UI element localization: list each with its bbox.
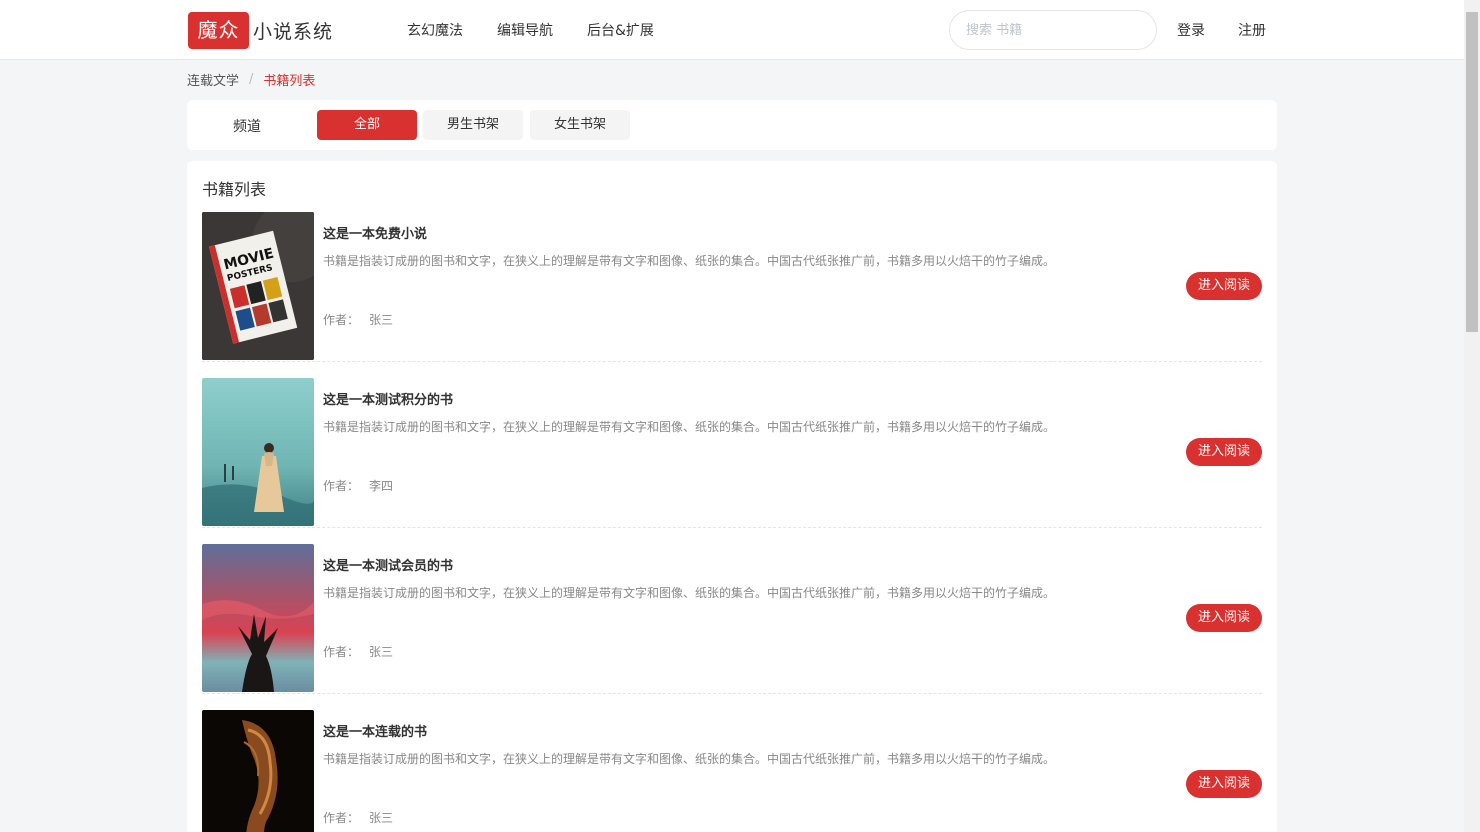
channel-chip-all[interactable]: 全部 (317, 110, 417, 140)
book-cover-image[interactable] (202, 710, 314, 832)
nav-item-editor-nav[interactable]: 编辑导航 (497, 20, 553, 40)
book-list-panel: 书籍列表 MOVIE POSTERS 这是一本免费小说 书籍是指装订成册的图书和… (187, 161, 1277, 832)
author-prefix: 作者： (323, 313, 360, 327)
author-name: 张三 (369, 313, 394, 327)
book-item: 这是一本连载的书 书籍是指装订成册的图书和文字，在狭义上的理解是带有文字和图像、… (202, 710, 1262, 832)
breadcrumb-separator: / (249, 72, 254, 87)
book-title[interactable]: 这是一本免费小说 (323, 223, 427, 242)
book-description: 书籍是指装订成册的图书和文字，在狭义上的理解是带有文字和图像、纸张的集合。中国古… (323, 420, 1056, 434)
read-button[interactable]: 进入阅读 (1186, 770, 1262, 798)
book-description: 书籍是指装订成册的图书和文字，在狭义上的理解是带有文字和图像、纸张的集合。中国古… (323, 752, 1056, 766)
book-title[interactable]: 这是一本连载的书 (323, 721, 427, 740)
breadcrumb: 连载文学 / 书籍列表 (187, 70, 315, 89)
breadcrumb-parent[interactable]: 连载文学 (187, 70, 239, 89)
nav-item-admin-extension[interactable]: 后台&扩展 (587, 20, 654, 40)
page-scrollbar[interactable] (1464, 0, 1480, 832)
book-cover-image[interactable]: MOVIE POSTERS (202, 212, 314, 360)
read-button[interactable]: 进入阅读 (1186, 604, 1262, 632)
book-description: 书籍是指装订成册的图书和文字，在狭义上的理解是带有文字和图像、纸张的集合。中国古… (323, 254, 1056, 268)
book-author: 作者： 张三 (323, 643, 393, 660)
logo-text: 小说系统 (253, 21, 334, 43)
book-cover-image[interactable] (202, 544, 314, 692)
top-header: 魔众 小说系统 玄幻魔法 编辑导航 后台&扩展 登录 注册 (0, 0, 1464, 60)
logo[interactable]: 魔众 小说系统 (188, 12, 333, 49)
channel-filter-bar: 频道 全部 男生书架 女生书架 (187, 100, 1277, 150)
author-name: 李四 (369, 479, 394, 493)
author-prefix: 作者： (323, 811, 360, 825)
search-box (949, 10, 1157, 50)
book-item: MOVIE POSTERS 这是一本免费小说 书籍是指装订成册的图书和文字，在狭… (202, 212, 1262, 362)
nav-item-fantasy[interactable]: 玄幻魔法 (407, 20, 463, 40)
book-title[interactable]: 这是一本测试会员的书 (323, 555, 453, 574)
author-prefix: 作者： (323, 645, 360, 659)
author-name: 张三 (369, 811, 394, 825)
main-nav: 玄幻魔法 编辑导航 后台&扩展 (407, 0, 688, 60)
logo-mark: 魔众 (188, 12, 249, 49)
scrollbar-thumb[interactable] (1466, 12, 1478, 332)
read-button[interactable]: 进入阅读 (1186, 272, 1262, 300)
breadcrumb-current: 书籍列表 (263, 74, 316, 89)
book-item: 这是一本测试积分的书 书籍是指装订成册的图书和文字，在狭义上的理解是带有文字和图… (202, 378, 1262, 528)
channel-chip-male[interactable]: 男生书架 (423, 110, 523, 140)
book-list-title: 书籍列表 (202, 180, 267, 199)
book-author: 作者： 李四 (323, 477, 393, 494)
book-item: 这是一本测试会员的书 书籍是指装订成册的图书和文字，在狭义上的理解是带有文字和图… (202, 544, 1262, 694)
book-description: 书籍是指装订成册的图书和文字，在狭义上的理解是带有文字和图像、纸张的集合。中国古… (323, 586, 1056, 600)
search-input[interactable] (966, 11, 1146, 49)
author-name: 张三 (369, 645, 394, 659)
channel-label: 频道 (233, 119, 261, 135)
register-link[interactable]: 注册 (1238, 0, 1266, 60)
book-author: 作者： 张三 (323, 809, 393, 826)
book-cover-image[interactable] (202, 378, 314, 526)
author-prefix: 作者： (323, 479, 360, 493)
login-link[interactable]: 登录 (1177, 0, 1205, 60)
channel-chip-female[interactable]: 女生书架 (530, 110, 630, 140)
read-button[interactable]: 进入阅读 (1186, 438, 1262, 466)
book-author: 作者： 张三 (323, 311, 393, 328)
book-title[interactable]: 这是一本测试积分的书 (323, 389, 453, 408)
